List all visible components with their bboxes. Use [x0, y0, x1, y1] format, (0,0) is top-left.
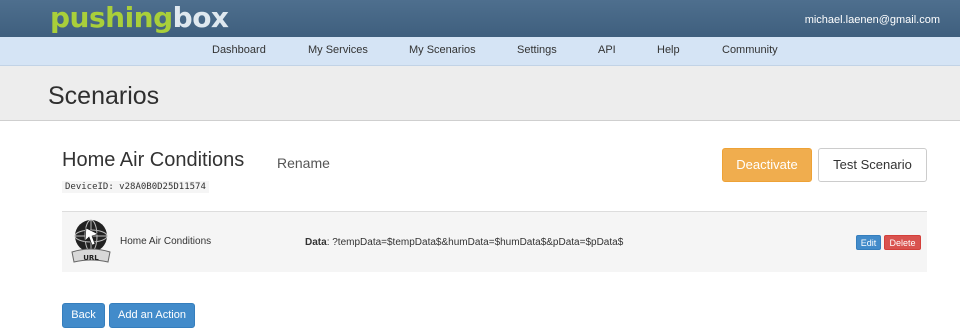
nav-community[interactable]: Community [722, 44, 778, 56]
nav-api[interactable]: API [598, 44, 616, 56]
nav-settings[interactable]: Settings [517, 44, 557, 56]
nav-my-services[interactable]: My Services [308, 44, 368, 56]
nav-help[interactable]: Help [657, 44, 680, 56]
action-row: URL Home Air Conditions Data: ?tempData=… [62, 211, 927, 272]
url-globe-icon: URL [71, 219, 111, 263]
page-title-band: Scenarios [0, 66, 960, 121]
add-action-button[interactable]: Add an Action [109, 303, 195, 328]
pushingbox-logo[interactable]: pushingbox [50, 1, 229, 34]
nav-dashboard[interactable]: Dashboard [212, 44, 266, 56]
back-button[interactable]: Back [62, 303, 105, 328]
nav-my-scenarios[interactable]: My Scenarios [409, 44, 476, 56]
page-title: Scenarios [48, 82, 160, 110]
rename-link[interactable]: Rename [277, 155, 330, 171]
logo-text-box: box [172, 1, 229, 34]
action-name: Home Air Conditions [120, 236, 212, 247]
main-nav: Dashboard My Services My Scenarios Setti… [0, 37, 960, 66]
top-header: pushingbox michael.laenen@gmail.com [0, 0, 960, 37]
delete-action-button[interactable]: Delete [884, 235, 921, 250]
action-data: Data: ?tempData=$tempData$&humData=$humD… [305, 237, 623, 248]
device-id: DeviceID: v28A0B0D25D11574 [62, 181, 209, 193]
url-icon-label: URL [83, 254, 99, 262]
action-data-label: Data [305, 237, 327, 248]
test-scenario-button[interactable]: Test Scenario [818, 148, 927, 182]
edit-action-button[interactable]: Edit [856, 235, 881, 250]
user-email[interactable]: michael.laenen@gmail.com [805, 14, 940, 26]
deactivate-button[interactable]: Deactivate [722, 148, 812, 182]
scenario-name: Home Air Conditions [62, 149, 245, 171]
action-data-value: : ?tempData=$tempData$&humData=$humData$… [326, 237, 624, 248]
logo-text-pushing: pushing [50, 1, 173, 34]
